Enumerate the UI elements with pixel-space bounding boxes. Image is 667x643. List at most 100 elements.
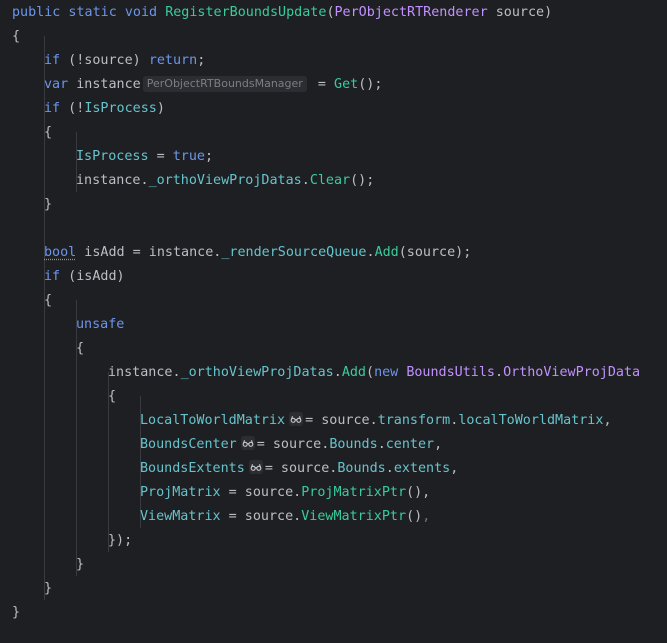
code-line-17[interactable]: {: [108, 385, 116, 409]
property-name: transform: [377, 413, 451, 428]
code-line-20[interactable]: BoundsExtents = source.Bounds.extents,: [140, 457, 458, 481]
keyword: bool: [44, 245, 77, 260]
field-name: _renderSourceQueue: [221, 245, 367, 260]
property-name: BoundsCenter: [140, 437, 237, 452]
brace: }: [44, 581, 53, 596]
code-line-14[interactable]: unsafe: [76, 313, 124, 337]
code-line-23[interactable]: });: [108, 529, 132, 553]
code-line-16[interactable]: instance._orthoViewProjDatas.Add(new Bou…: [108, 361, 640, 385]
code-line-13[interactable]: {: [44, 289, 52, 313]
brace: {: [76, 341, 85, 356]
code-text: =: [309, 77, 335, 92]
code-line-15[interactable]: {: [76, 337, 84, 361]
type-name: BoundsUtils: [406, 365, 495, 380]
property-name: ProjMatrix: [140, 485, 221, 500]
code-text: (source);: [398, 245, 472, 260]
code-line-4[interactable]: var instance PerObjectRTBoundsManager = G…: [44, 73, 382, 97]
code-editor[interactable]: public static void RegisterBoundsUpdate(…: [0, 0, 667, 643]
code-text: = source.: [256, 437, 330, 452]
keyword: public static void: [12, 5, 166, 20]
type-name: OrthoViewProjData: [503, 365, 641, 380]
code-line-8[interactable]: instance._orthoViewProjDatas.Clear();: [76, 169, 374, 193]
glasses-icon[interactable]: [240, 436, 255, 450]
property-name: ViewMatrix: [140, 509, 221, 524]
method-name: Add: [341, 365, 366, 380]
code-text: ,: [603, 413, 612, 428]
method-name: Clear: [309, 173, 351, 188]
brace: }: [44, 197, 53, 212]
code-text: isAdd = instance.: [76, 245, 222, 260]
method-name: Get: [334, 77, 359, 92]
code-line-22[interactable]: ViewMatrix = source.ViewMatrixPtr(),: [140, 505, 430, 529]
brace: {: [108, 389, 117, 404]
code-text: = source.: [220, 485, 302, 500]
code-line-11[interactable]: bool isAdd = instance._renderSourceQueue…: [44, 241, 471, 265]
code-text: .: [366, 245, 375, 260]
code-text: .: [495, 365, 504, 380]
code-text: ();: [358, 77, 383, 92]
property-name: center: [385, 437, 435, 452]
brace: {: [44, 293, 53, 308]
code-text: (),: [406, 485, 431, 500]
keyword: return: [148, 53, 198, 68]
code-line-5[interactable]: if (!IsProcess): [44, 97, 165, 121]
glasses-icon[interactable]: [289, 412, 304, 426]
brace: {: [12, 29, 21, 44]
code-text: (!: [60, 101, 85, 116]
keyword: if: [44, 53, 61, 68]
code-text: = source.: [264, 461, 338, 476]
code-text: .: [333, 365, 342, 380]
code-line-24[interactable]: }: [76, 553, 84, 577]
code-text: (): [406, 509, 423, 524]
property-name: LocalToWorldMatrix: [140, 413, 286, 428]
code-line-7[interactable]: IsProcess = true;: [76, 145, 213, 169]
code-line-19[interactable]: BoundsCenter = source.Bounds.center,: [140, 433, 442, 457]
code-text: ,: [450, 461, 459, 476]
paren: (: [326, 5, 335, 20]
code-text: = source.: [220, 509, 302, 524]
keyword: var: [44, 77, 69, 92]
variable-name: instance: [68, 77, 141, 92]
method-name: Add: [374, 245, 399, 260]
type-inlay-hint[interactable]: PerObjectRTBoundsManager: [142, 76, 307, 92]
code-text: (!source): [60, 53, 149, 68]
code-text: = source.: [305, 413, 378, 428]
code-text: instance.: [76, 173, 149, 188]
field-name: _orthoViewProjDatas: [180, 365, 334, 380]
method-name: ViewMatrixPtr: [301, 509, 407, 524]
code-line-2[interactable]: {: [12, 25, 20, 49]
code-line-6[interactable]: {: [44, 121, 52, 145]
property-name: BoundsExtents: [140, 461, 245, 476]
code-text: =: [148, 149, 173, 164]
parameter: source): [487, 5, 553, 20]
code-text: ;: [205, 149, 214, 164]
code-line-18[interactable]: LocalToWorldMatrix = source.transform.loc…: [140, 409, 612, 433]
code-text: .: [385, 461, 394, 476]
property-name: localToWorldMatrix: [458, 413, 604, 428]
closing-brackets: });: [108, 533, 133, 548]
code-line-3[interactable]: if (!source) return;: [44, 49, 205, 73]
keyword: unsafe: [76, 317, 125, 332]
method-name: ProjMatrixPtr: [301, 485, 407, 500]
code-text: instance.: [108, 365, 181, 380]
keyword: if: [44, 269, 61, 284]
code-line-9[interactable]: }: [44, 193, 52, 217]
code-text: ): [156, 101, 165, 116]
keyword: true: [172, 149, 205, 164]
code-text: ;: [197, 53, 206, 68]
code-line-25[interactable]: }: [44, 577, 52, 601]
code-text: (isAdd): [60, 269, 125, 284]
code-text: ,: [434, 437, 443, 452]
glasses-icon[interactable]: [248, 460, 263, 474]
type-name: PerObjectRTRenderer: [334, 5, 488, 20]
trailing-comma: ,: [422, 509, 431, 524]
code-text: (: [366, 365, 375, 380]
property-name: Bounds: [329, 437, 378, 452]
code-line-21[interactable]: ProjMatrix = source.ProjMatrixPtr(),: [140, 481, 430, 505]
property-name: extents: [393, 461, 451, 476]
code-line-1[interactable]: public static void RegisterBoundsUpdate(…: [12, 1, 552, 25]
method-name: RegisterBoundsUpdate: [165, 5, 327, 20]
brace: {: [44, 125, 53, 140]
code-line-26[interactable]: }: [12, 601, 20, 625]
code-line-12[interactable]: if (isAdd): [44, 265, 125, 289]
